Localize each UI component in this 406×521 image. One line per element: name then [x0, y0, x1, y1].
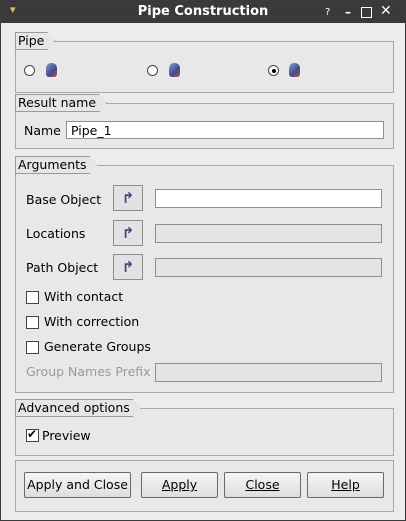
pipe-type-3-icon: [289, 63, 300, 77]
pipe-construction-dialog: ▾ Pipe Construction ? – ✕ Pipe Result na…: [0, 0, 406, 521]
selection-arrow-icon: ↱: [121, 223, 135, 242]
base-object-label: Base Object: [26, 192, 102, 207]
minimize-icon[interactable]: –: [345, 5, 351, 19]
base-object-field[interactable]: [155, 189, 382, 208]
pipe-group: Pipe: [15, 41, 394, 93]
pipe-group-title: Pipe: [15, 32, 55, 50]
selection-arrow-icon: ↱: [121, 188, 135, 207]
arguments-group-title: Arguments: [15, 156, 98, 174]
path-object-field[interactable]: [155, 258, 382, 277]
locations-field[interactable]: [155, 224, 382, 243]
close-icon[interactable]: ✕: [380, 4, 392, 18]
arguments-group: Arguments Base Object ↱ Locations ↱ Path…: [15, 165, 394, 393]
with-contact-label: With contact: [44, 289, 124, 304]
selection-arrow-icon: ↱: [121, 257, 135, 276]
generate-groups-checkbox[interactable]: [26, 341, 39, 354]
group-names-prefix-field[interactable]: [155, 363, 382, 382]
with-contact-checkbox[interactable]: [26, 291, 39, 304]
title-bar[interactable]: ▾ Pipe Construction ? – ✕: [1, 1, 405, 23]
locations-label: Locations: [26, 226, 86, 241]
advanced-options-group: Advanced options Preview: [15, 408, 394, 456]
help-button-label: Help: [331, 477, 360, 492]
close-button[interactable]: Close: [224, 472, 301, 498]
with-correction-checkbox[interactable]: [26, 316, 39, 329]
pipe-option-3-radio[interactable]: [268, 65, 279, 76]
result-name-group-title: Result name: [15, 94, 107, 112]
base-object-select-button[interactable]: ↱: [113, 185, 143, 211]
help-button[interactable]: Help: [307, 472, 384, 498]
preview-label: Preview: [42, 428, 91, 443]
with-correction-label: With correction: [44, 314, 140, 329]
generate-groups-label: Generate Groups: [44, 339, 151, 354]
path-object-label: Path Object: [26, 260, 99, 275]
close-button-label: Close: [245, 477, 280, 492]
pipe-type-1-icon: [46, 63, 57, 77]
help-icon[interactable]: ?: [325, 6, 330, 20]
advanced-options-group-title: Advanced options: [15, 399, 141, 417]
pipe-type-2-icon: [169, 63, 180, 77]
preview-checkbox[interactable]: [26, 427, 39, 442]
pipe-option-1-radio[interactable]: [24, 65, 35, 76]
name-label: Name: [24, 123, 61, 138]
group-names-prefix-label: Group Names Prefix: [26, 364, 151, 379]
apply-button[interactable]: Apply: [141, 472, 218, 498]
path-object-select-button[interactable]: ↱: [113, 254, 143, 280]
result-name-group: Result name Name Pipe_1: [15, 103, 394, 149]
result-name-input[interactable]: Pipe_1: [66, 121, 384, 139]
maximize-icon[interactable]: [361, 7, 372, 18]
apply-and-close-button[interactable]: Apply and Close: [24, 472, 131, 498]
apply-button-label: Apply: [161, 477, 198, 492]
locations-select-button[interactable]: ↱: [113, 220, 143, 246]
pipe-option-2-radio[interactable]: [147, 65, 158, 76]
